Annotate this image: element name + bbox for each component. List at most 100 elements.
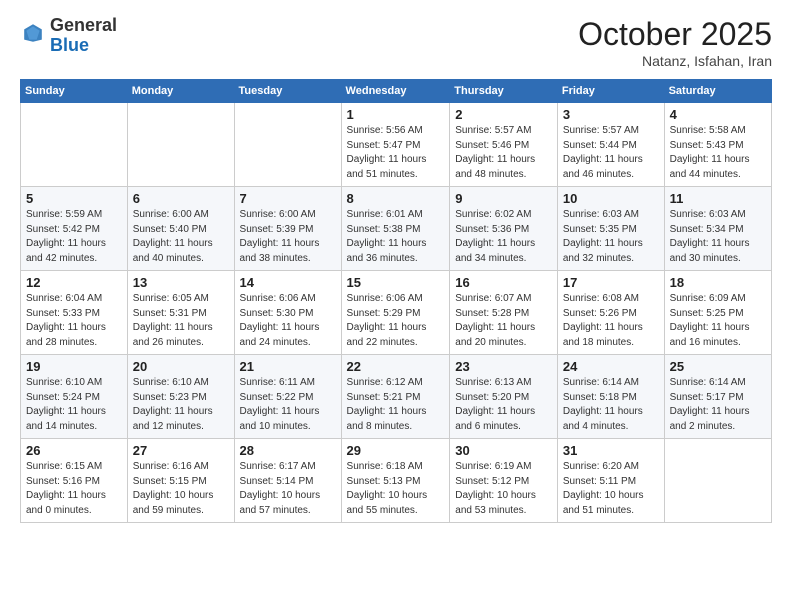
day-number: 25 [670, 359, 766, 374]
day-info: Sunrise: 6:18 AM Sunset: 5:13 PM Dayligh… [347, 460, 445, 518]
day-info: Sunrise: 6:06 AM Sunset: 5:30 PM Dayligh… [240, 292, 336, 350]
day-number: 15 [347, 275, 445, 290]
day-number: 10 [563, 191, 659, 206]
day-number: 3 [563, 107, 659, 122]
calendar-cell: 17 Sunrise: 6:08 AM Sunset: 5:26 PM Dayli… [557, 271, 664, 355]
logo-general-text: General [50, 15, 117, 35]
day-info: Sunrise: 6:01 AM Sunset: 5:38 PM Dayligh… [347, 208, 445, 266]
calendar-cell: 30Sunrise: 6:19 AM Sunset: 5:12 PM Dayli… [450, 439, 558, 523]
calendar-cell: 16Sunrise: 6:07 AM Sunset: 5:28 PM Dayli… [450, 271, 558, 355]
calendar-week-2: 5Sunrise: 5:59 AM Sunset: 5:42 PM Daylig… [21, 187, 772, 271]
day-info: Sunrise: 6:00 AM Sunset: 5:40 PM Dayligh… [133, 208, 229, 266]
calendar-cell: 22 Sunrise: 6:12 AM Sunset: 5:21 PM Dayli… [341, 355, 450, 439]
day-info: Sunrise: 6:00 AM Sunset: 5:39 PM Dayligh… [240, 208, 336, 266]
calendar-cell: 2 Sunrise: 5:57 AM Sunset: 5:46 PM Daylig… [450, 103, 558, 187]
day-info: Sunrise: 6:08 AM Sunset: 5:26 PM Dayligh… [563, 292, 659, 350]
day-number: 14 [240, 275, 336, 290]
col-saturday: Saturday [664, 80, 771, 103]
day-number: 23 [455, 359, 552, 374]
day-number: 28 [240, 443, 336, 458]
calendar-cell: 31 Sunrise: 6:20 AM Sunset: 5:11 PM Dayli… [557, 439, 664, 523]
calendar-cell [127, 103, 234, 187]
calendar-cell: 7 Sunrise: 6:00 AM Sunset: 5:39 PM Daylig… [234, 187, 341, 271]
day-info: Sunrise: 6:15 AM Sunset: 5:16 PM Dayligh… [26, 460, 122, 518]
calendar-cell: 12 Sunrise: 6:04 AM Sunset: 5:33 PM Dayli… [21, 271, 128, 355]
calendar-week-1: 1Sunrise: 5:56 AM Sunset: 5:47 PM Daylig… [21, 103, 772, 187]
calendar-cell: 18 Sunrise: 6:09 AM Sunset: 5:25 PM Dayli… [664, 271, 771, 355]
col-friday: Friday [557, 80, 664, 103]
day-info: Sunrise: 6:02 AM Sunset: 5:36 PM Dayligh… [455, 208, 552, 266]
calendar-week-4: 19Sunrise: 6:10 AM Sunset: 5:24 PM Dayli… [21, 355, 772, 439]
calendar-cell: 3 Sunrise: 5:57 AM Sunset: 5:44 PM Daylig… [557, 103, 664, 187]
day-number: 26 [26, 443, 122, 458]
calendar-cell [664, 439, 771, 523]
calendar-cell: 14 Sunrise: 6:06 AM Sunset: 5:30 PM Dayli… [234, 271, 341, 355]
day-info: Sunrise: 6:14 AM Sunset: 5:18 PM Dayligh… [563, 376, 659, 434]
calendar-cell [234, 103, 341, 187]
calendar-cell: 8 Sunrise: 6:01 AM Sunset: 5:38 PM Daylig… [341, 187, 450, 271]
day-number: 12 [26, 275, 122, 290]
day-info: Sunrise: 6:11 AM Sunset: 5:22 PM Dayligh… [240, 376, 336, 434]
col-thursday: Thursday [450, 80, 558, 103]
calendar: Sunday Monday Tuesday Wednesday Thursday… [20, 79, 772, 523]
logo-icon [22, 22, 44, 44]
day-info: Sunrise: 6:10 AM Sunset: 5:24 PM Dayligh… [26, 376, 122, 434]
logo-blue-text: Blue [50, 35, 89, 55]
col-wednesday: Wednesday [341, 80, 450, 103]
calendar-cell: 4Sunrise: 5:58 AM Sunset: 5:43 PM Daylig… [664, 103, 771, 187]
day-info: Sunrise: 6:03 AM Sunset: 5:34 PM Dayligh… [670, 208, 766, 266]
day-info: Sunrise: 6:20 AM Sunset: 5:11 PM Dayligh… [563, 460, 659, 518]
day-info: Sunrise: 5:59 AM Sunset: 5:42 PM Dayligh… [26, 208, 122, 266]
day-number: 2 [455, 107, 552, 122]
day-info: Sunrise: 6:06 AM Sunset: 5:29 PM Dayligh… [347, 292, 445, 350]
calendar-cell: 13 Sunrise: 6:05 AM Sunset: 5:31 PM Dayli… [127, 271, 234, 355]
day-number: 18 [670, 275, 766, 290]
day-number: 11 [670, 191, 766, 206]
calendar-cell: 20 Sunrise: 6:10 AM Sunset: 5:23 PM Dayli… [127, 355, 234, 439]
day-info: Sunrise: 6:05 AM Sunset: 5:31 PM Dayligh… [133, 292, 229, 350]
calendar-cell: 6Sunrise: 6:00 AM Sunset: 5:40 PM Daylig… [127, 187, 234, 271]
header: General Blue October 2025 Natanz, Isfaha… [20, 16, 772, 69]
calendar-cell: 26 Sunrise: 6:15 AM Sunset: 5:16 PM Dayli… [21, 439, 128, 523]
day-number: 22 [347, 359, 445, 374]
calendar-cell: 27Sunrise: 6:16 AM Sunset: 5:15 PM Dayli… [127, 439, 234, 523]
day-info: Sunrise: 6:10 AM Sunset: 5:23 PM Dayligh… [133, 376, 229, 434]
day-number: 24 [563, 359, 659, 374]
day-info: Sunrise: 5:57 AM Sunset: 5:46 PM Dayligh… [455, 124, 552, 182]
month-title: October 2025 [578, 16, 772, 53]
title-block: October 2025 Natanz, Isfahan, Iran [578, 16, 772, 69]
logo: General Blue [20, 16, 117, 56]
day-info: Sunrise: 6:12 AM Sunset: 5:21 PM Dayligh… [347, 376, 445, 434]
calendar-cell: 24 Sunrise: 6:14 AM Sunset: 5:18 PM Dayli… [557, 355, 664, 439]
calendar-week-5: 26 Sunrise: 6:15 AM Sunset: 5:16 PM Dayli… [21, 439, 772, 523]
calendar-week-3: 12 Sunrise: 6:04 AM Sunset: 5:33 PM Dayli… [21, 271, 772, 355]
calendar-cell: 19Sunrise: 6:10 AM Sunset: 5:24 PM Dayli… [21, 355, 128, 439]
day-info: Sunrise: 6:13 AM Sunset: 5:20 PM Dayligh… [455, 376, 552, 434]
day-number: 29 [347, 443, 445, 458]
day-number: 20 [133, 359, 229, 374]
calendar-cell: 11 Sunrise: 6:03 AM Sunset: 5:34 PM Dayli… [664, 187, 771, 271]
calendar-cell [21, 103, 128, 187]
day-number: 31 [563, 443, 659, 458]
calendar-header-row: Sunday Monday Tuesday Wednesday Thursday… [21, 80, 772, 103]
day-info: Sunrise: 6:09 AM Sunset: 5:25 PM Dayligh… [670, 292, 766, 350]
day-number: 13 [133, 275, 229, 290]
col-sunday: Sunday [21, 80, 128, 103]
day-number: 4 [670, 107, 766, 122]
day-number: 21 [240, 359, 336, 374]
day-number: 7 [240, 191, 336, 206]
calendar-cell: 15 Sunrise: 6:06 AM Sunset: 5:29 PM Dayli… [341, 271, 450, 355]
day-info: Sunrise: 6:14 AM Sunset: 5:17 PM Dayligh… [670, 376, 766, 434]
day-number: 17 [563, 275, 659, 290]
calendar-cell: 29 Sunrise: 6:18 AM Sunset: 5:13 PM Dayli… [341, 439, 450, 523]
day-info: Sunrise: 6:17 AM Sunset: 5:14 PM Dayligh… [240, 460, 336, 518]
day-number: 8 [347, 191, 445, 206]
calendar-cell: 21 Sunrise: 6:11 AM Sunset: 5:22 PM Dayli… [234, 355, 341, 439]
calendar-cell: 10Sunrise: 6:03 AM Sunset: 5:35 PM Dayli… [557, 187, 664, 271]
day-number: 1 [347, 107, 445, 122]
day-info: Sunrise: 6:04 AM Sunset: 5:33 PM Dayligh… [26, 292, 122, 350]
col-monday: Monday [127, 80, 234, 103]
day-info: Sunrise: 5:57 AM Sunset: 5:44 PM Dayligh… [563, 124, 659, 182]
day-info: Sunrise: 6:16 AM Sunset: 5:15 PM Dayligh… [133, 460, 229, 518]
day-info: Sunrise: 6:19 AM Sunset: 5:12 PM Dayligh… [455, 460, 552, 518]
